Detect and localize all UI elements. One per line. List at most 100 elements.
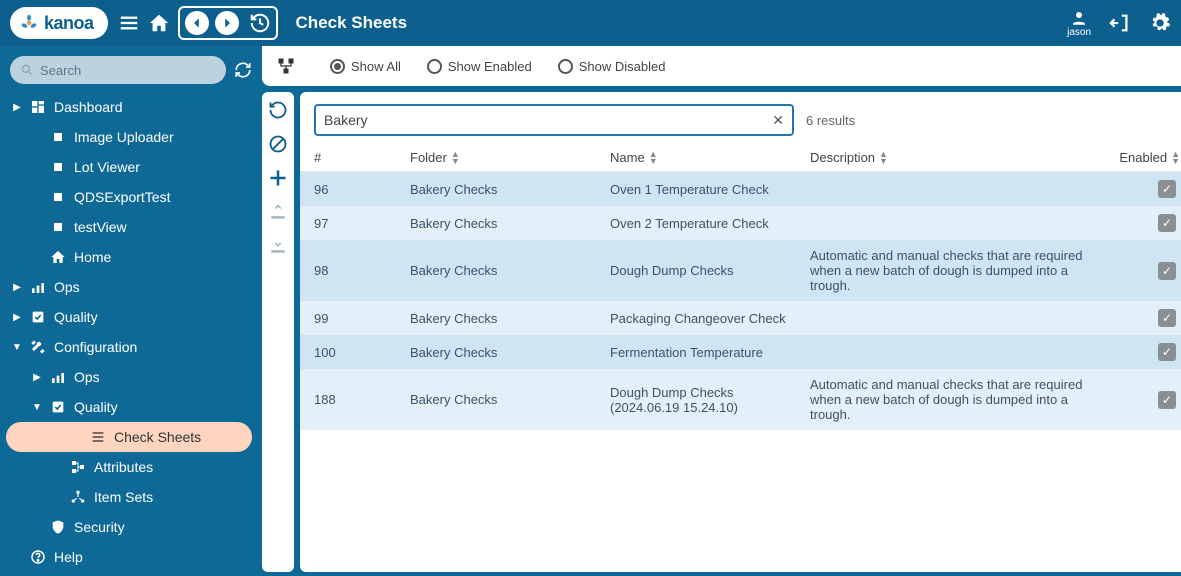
sidebar-item-dashboard[interactable]: ▶Dashboard <box>0 92 258 122</box>
search-icon <box>20 63 34 77</box>
sidebar-item-label: Configuration <box>54 339 137 355</box>
th-folder[interactable]: Folder▲▼ <box>410 150 610 165</box>
enabled-checkbox[interactable]: ✓ <box>1158 262 1176 280</box>
cell-description <box>810 187 1110 191</box>
cell-folder: Bakery Checks <box>410 261 610 280</box>
home-icon[interactable] <box>148 12 170 34</box>
nav-history-box <box>178 6 278 40</box>
filter-bar: Show All Show Enabled Show Disabled <box>262 46 1181 86</box>
sidebar-item-image-uploader[interactable]: Image Uploader <box>0 122 258 152</box>
gear-icon[interactable] <box>1149 12 1171 34</box>
enabled-checkbox[interactable]: ✓ <box>1158 214 1176 232</box>
enabled-checkbox[interactable]: ✓ <box>1158 391 1176 409</box>
cell-enabled: ✓ <box>1110 341 1180 363</box>
filter-radio-group: Show All Show Enabled Show Disabled <box>330 59 665 74</box>
refresh-icon[interactable] <box>268 100 288 120</box>
sidebar-item-testview[interactable]: testView <box>0 212 258 242</box>
th-name[interactable]: Name▲▼ <box>610 150 810 165</box>
sync-icon[interactable] <box>234 61 252 79</box>
logout-icon[interactable] <box>1109 12 1131 34</box>
cell-name: Fermentation Temperature <box>610 343 810 362</box>
sidebar-item-label: Ops <box>54 279 80 295</box>
nav-back-button[interactable] <box>185 11 209 35</box>
cell-number: 99 <box>314 309 410 328</box>
table-row[interactable]: 188Bakery ChecksDough Dump Checks (2024.… <box>300 369 1181 430</box>
table-header: # Folder▲▼ Name▲▼ Description▲▼ Enabled▲… <box>300 144 1181 172</box>
checksheet-icon <box>90 429 106 445</box>
radio-icon <box>558 59 573 74</box>
sidebar-item-security[interactable]: Security <box>0 512 258 542</box>
radio-icon <box>427 59 442 74</box>
table-row[interactable]: 100Bakery ChecksFermentation Temperature… <box>300 335 1181 369</box>
sidebar-item-label: Ops <box>74 369 100 385</box>
nav-tree: ▶Dashboard Image Uploader Lot Viewer QDSExp… <box>0 92 258 572</box>
sidebar-item-ops[interactable]: ▶Ops <box>0 362 258 392</box>
export-icon[interactable] <box>268 236 288 256</box>
sidebar-item-item-sets[interactable]: Item Sets <box>0 482 258 512</box>
home-icon <box>50 249 66 265</box>
filter-radio-show-enabled[interactable]: Show Enabled <box>427 59 532 74</box>
user-menu[interactable]: jason <box>1067 9 1091 38</box>
add-icon[interactable] <box>268 168 288 188</box>
filter-radio-show-all[interactable]: Show All <box>330 59 401 74</box>
table-row[interactable]: 97Bakery ChecksOven 2 Temperature Check✓ <box>300 206 1181 240</box>
caret-right-icon: ▶ <box>12 102 22 113</box>
nav-forward-button[interactable] <box>215 11 239 35</box>
sidebar-item-attributes[interactable]: Attributes <box>0 452 258 482</box>
dashboard-icon <box>30 99 46 115</box>
table-body: 96Bakery ChecksOven 1 Temperature Check✓… <box>300 172 1181 430</box>
sidebar-item-label: Quality <box>54 309 98 325</box>
history-icon[interactable] <box>249 12 271 34</box>
sidebar-item-home[interactable]: Home <box>0 242 258 272</box>
table-row[interactable]: 99Bakery ChecksPackaging Changeover Chec… <box>300 301 1181 335</box>
enabled-checkbox[interactable]: ✓ <box>1158 180 1176 198</box>
enabled-checkbox[interactable]: ✓ <box>1158 343 1176 361</box>
radio-label: Show Enabled <box>448 59 532 74</box>
panel-search-input[interactable] <box>324 112 772 128</box>
table-row[interactable]: 96Bakery ChecksOven 1 Temperature Check✓ <box>300 172 1181 206</box>
results-count: 6 results <box>806 113 855 128</box>
import-icon[interactable] <box>268 202 288 222</box>
cell-description <box>810 316 1110 320</box>
cell-number: 188 <box>314 390 410 409</box>
square-icon <box>50 129 66 145</box>
sidebar-search-input[interactable] <box>40 63 216 78</box>
sidebar-item-help[interactable]: Help <box>0 542 258 572</box>
cell-folder: Bakery Checks <box>410 180 610 199</box>
attributes-icon <box>70 459 86 475</box>
tree-toggle-icon[interactable] <box>276 56 296 76</box>
results-panel: ✕ 6 results # Folder▲▼ Name▲▼ Descriptio… <box>300 92 1181 572</box>
sidebar-item-configuration[interactable]: ▼ Configuration <box>0 332 258 362</box>
radio-label: Show Disabled <box>579 59 666 74</box>
panel-search-box[interactable]: ✕ <box>314 104 794 136</box>
sidebar-item-label: Image Uploader <box>74 129 174 145</box>
cell-enabled: ✓ <box>1110 178 1180 200</box>
clear-search-icon[interactable]: ✕ <box>772 112 784 129</box>
toolstrip <box>262 92 294 572</box>
sort-icon: ▲▼ <box>451 151 460 165</box>
cell-description <box>810 350 1110 354</box>
sidebar-item-label: QDSExportTest <box>74 189 170 205</box>
sidebar-item-qdsexporttest[interactable]: QDSExportTest <box>0 182 258 212</box>
th-enabled[interactable]: Enabled▲▼ <box>1110 150 1180 165</box>
cell-enabled: ✓ <box>1110 260 1180 282</box>
sidebar-item-label: testView <box>74 219 127 235</box>
sidebar-item-lot-viewer[interactable]: Lot Viewer <box>0 152 258 182</box>
itemsets-icon <box>70 489 86 505</box>
table-row[interactable]: 98Bakery ChecksDough Dump ChecksAutomati… <box>300 240 1181 301</box>
caret-down-icon: ▼ <box>12 342 22 353</box>
th-description[interactable]: Description▲▼ <box>810 150 1110 165</box>
enabled-checkbox[interactable]: ✓ <box>1158 309 1176 327</box>
sidebar-item-ops[interactable]: ▶Ops <box>0 272 258 302</box>
sidebar-item-quality[interactable]: ▼Quality <box>0 392 258 422</box>
block-icon[interactable] <box>268 134 288 154</box>
logo[interactable]: kanoa <box>10 7 108 39</box>
sidebar-item-label: Lot Viewer <box>74 159 140 175</box>
hamburger-icon[interactable] <box>118 12 140 34</box>
sidebar-search[interactable] <box>10 56 226 84</box>
filter-radio-show-disabled[interactable]: Show Disabled <box>558 59 666 74</box>
sidebar-item-check-sheets[interactable]: Check Sheets <box>6 422 252 452</box>
th-number[interactable]: # <box>314 150 410 165</box>
square-icon <box>50 189 66 205</box>
sidebar-item-quality[interactable]: ▶Quality <box>0 302 258 332</box>
